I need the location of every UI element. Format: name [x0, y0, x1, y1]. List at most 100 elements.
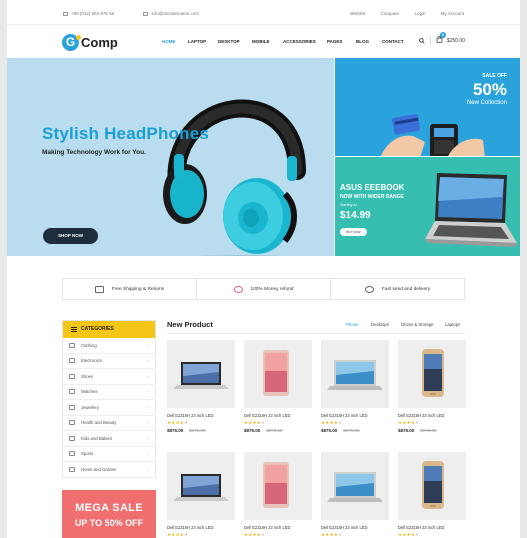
product-image[interactable] [167, 452, 235, 520]
product-image[interactable] [167, 340, 235, 408]
email-contact[interactable]: info@domainname.com [143, 11, 199, 16]
old-price: $975.00 [266, 428, 283, 433]
product-card[interactable]: Dell E2316H 23 inch LED★★★★★$875.00$975.… [321, 340, 389, 433]
email-text: info@domainname.com [151, 11, 200, 16]
categories-header[interactable]: CATEGORIES [63, 321, 155, 338]
account-links: Wishlist Compare Login My Account [336, 11, 464, 16]
product-name[interactable]: Dell E2316H 23 inch LED [321, 413, 389, 418]
product-name[interactable]: Dell E2316H 23 inch LED [398, 525, 466, 530]
nav-home[interactable]: HOME [162, 39, 188, 44]
money-icon [233, 285, 243, 293]
nav-mobile[interactable]: MOBILE [252, 39, 283, 44]
shop-now-button[interactable]: SHOP NOW [43, 228, 98, 244]
category-item-shoes[interactable]: Shoes › [63, 369, 155, 385]
nav-contact[interactable]: CONTACT [382, 39, 412, 44]
nav-accessories[interactable]: ACCESSORIES [283, 39, 327, 44]
cart-total: $250.00 [446, 37, 465, 44]
phone-text: +88 (012) 564 975 56 [71, 11, 115, 16]
categories-menu: CATEGORIES Clothing › Electronics › Shoes ›… [62, 320, 156, 478]
buy-now-button[interactable]: BUY NOW [340, 228, 367, 236]
product-image[interactable] [398, 340, 466, 408]
nav-laptop[interactable]: LAPTOP [188, 39, 218, 44]
product-image[interactable] [321, 452, 389, 520]
star-icon: ★ [337, 420, 343, 425]
product-name[interactable]: Dell E2316H 23 inch LED [244, 525, 312, 530]
product-price: $875.00 $975.00 [321, 428, 389, 433]
product-name[interactable]: Dell E2316H 23 inch LED [167, 525, 235, 530]
phone-contact[interactable]: +88 (012) 564 975 56 [63, 11, 114, 16]
category-label: Clothing [81, 342, 97, 348]
logo-mark: G [62, 33, 81, 51]
product-card[interactable]: Dell E2316H 23 inch LED ★★★★★ $875.00$975.… [167, 340, 235, 433]
tab-laptops[interactable]: Laptops [445, 322, 460, 327]
product-name[interactable]: Dell E2316H 23 inch LED [398, 413, 466, 418]
feature-refund-label: 100% Money refund [250, 286, 294, 292]
feature-refund: 100% Money refund [197, 279, 331, 299]
product-card[interactable]: Dell E2316H 23 inch LED★★★★★$875.00$975.… [244, 340, 312, 433]
category-item-electronics[interactable]: Electronics › [63, 354, 155, 369]
chevron-right-icon: › [147, 342, 149, 348]
contact-info: +88 (012) 564 975 56 info@domainname.com [63, 11, 227, 16]
product-price: $875.00 $975.00 [167, 428, 235, 433]
nav-pages[interactable]: PAGES [327, 39, 356, 44]
product-image[interactable] [398, 452, 466, 520]
product-rating: ★★★★★ [167, 420, 235, 426]
laptop-banner[interactable]: ASUS EEEBOOK NOW WITH WIDER RANGE Starti… [335, 157, 520, 256]
wishlist-link[interactable]: Wishlist [350, 11, 366, 16]
product-image[interactable] [321, 340, 389, 408]
category-item-sports[interactable]: Sports › [63, 447, 155, 462]
product-image[interactable] [244, 340, 312, 408]
compare-link[interactable]: Compare [381, 11, 400, 16]
star-icon: ★ [183, 532, 189, 537]
login-link[interactable]: Login [414, 11, 425, 16]
product-card[interactable]: Dell E2316H 23 inch LED★★★★★$875.00$975.… [167, 452, 235, 538]
sale-label: SALE OFF [482, 73, 507, 79]
sale-percent: 50% [472, 80, 507, 99]
old-price: $975.00 [189, 428, 206, 433]
search-icon[interactable] [419, 37, 425, 44]
logo[interactable]: G Comp [62, 33, 118, 51]
category-item-home[interactable]: Home and Garden › [63, 462, 155, 478]
product-card[interactable]: Dell E2316H 23 inch LED★★★★★$875.00$975.… [321, 452, 389, 538]
watch-icon [69, 389, 75, 395]
cart-button[interactable]: 0 [436, 32, 446, 45]
product-card[interactable]: Dell E2316H 23 inch LED★★★★★$875.00$975.… [244, 452, 312, 538]
phone-icon [63, 11, 68, 16]
header-actions: 0 $250.00 [419, 32, 465, 45]
product-name[interactable]: Dell E2316H 23 inch LED [321, 525, 389, 530]
main-nav: HOME LAPTOP DESKTOP MOBILE ACCESSORIES P… [162, 39, 412, 44]
sale-banner[interactable]: SALE OFF 50% New Collection [335, 58, 520, 156]
category-item-clothing[interactable]: Clothing › [63, 338, 155, 354]
product-rating: ★★★★★ [321, 532, 389, 538]
category-item-watches[interactable]: Watches › [63, 385, 155, 400]
product-name[interactable]: Dell E2316H 23 inch LED [244, 413, 312, 418]
product-rating: ★★★★★ [398, 532, 466, 538]
category-item-kids[interactable]: Kids and Babies › [63, 431, 155, 447]
headphones-image [163, 99, 306, 256]
tab-desktops[interactable]: Desktops [371, 322, 401, 327]
product-image[interactable] [244, 452, 312, 520]
tab-phone[interactable]: Phone [346, 322, 371, 327]
nav-blog[interactable]: BLOG [356, 39, 382, 44]
category-item-health[interactable]: Health and Beauty › [63, 416, 155, 431]
mega-sale-title: MEGA SALE [75, 502, 143, 514]
clock-icon [364, 285, 374, 293]
features-bar: Free Shipping & Returns 100% Money refun… [62, 278, 465, 300]
nav-desktop[interactable]: DESKTOP [218, 39, 252, 44]
laptop-banner-subtitle: NOW WITH WIDER RANGE [340, 194, 404, 200]
chevron-right-icon: › [147, 404, 149, 410]
star-icon: ★ [414, 532, 420, 537]
product-name[interactable]: Dell E2316H 23 inch LED [167, 413, 235, 418]
tab-drives-storage[interactable]: Drives & Storage [401, 322, 445, 327]
my-account-link[interactable]: My Account [441, 11, 464, 16]
product-rating: ★★★★★ [398, 420, 466, 426]
current-price: $875.00 [398, 428, 415, 433]
mega-sale-banner[interactable]: MEGA SALE UP TO 50% OFF [62, 490, 156, 538]
new-product-title: New Product [167, 320, 213, 329]
chevron-right-icon: › [147, 373, 149, 379]
product-card[interactable]: Dell E2316H 23 inch LED★★★★★$875.00$975.… [398, 340, 466, 433]
category-item-jewellery[interactable]: Jewellery › [63, 400, 155, 416]
product-rating: ★★★★★ [167, 532, 235, 538]
product-card[interactable]: Dell E2316H 23 inch LED★★★★★$875.00$975.… [398, 452, 466, 538]
kids-icon [69, 435, 75, 441]
